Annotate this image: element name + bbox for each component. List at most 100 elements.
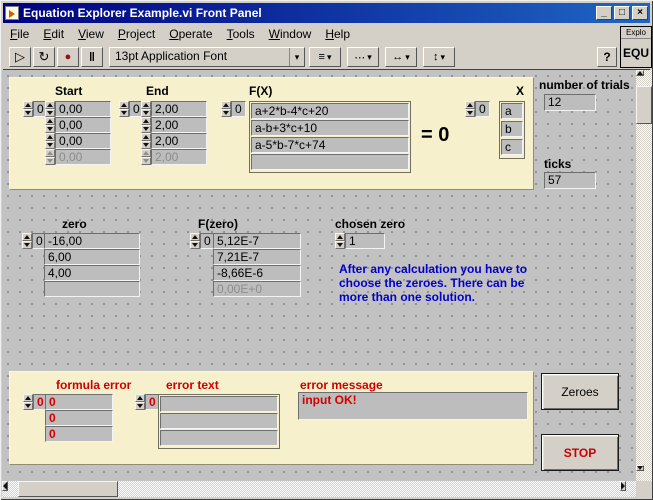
vertical-scrollbar[interactable] xyxy=(636,70,652,481)
scroll-right-button[interactable] xyxy=(620,481,626,491)
spinner-icon[interactable] xyxy=(335,233,345,249)
scroll-down-button[interactable] xyxy=(636,465,644,471)
menu-operate[interactable]: Operate xyxy=(162,25,219,43)
font-selector-value[interactable]: 13pt Application Font xyxy=(110,48,289,66)
increment-icon[interactable] xyxy=(141,133,151,141)
menu-tools[interactable]: Tools xyxy=(220,25,262,43)
resize-objects-dropdown[interactable]: ↔ ▾ xyxy=(385,47,417,67)
spinner-icon[interactable] xyxy=(190,233,200,249)
x-variable[interactable]: a xyxy=(501,103,523,119)
decrement-icon[interactable] xyxy=(135,402,145,410)
end-element[interactable]: 2,00 xyxy=(141,133,207,149)
increment-icon[interactable] xyxy=(45,101,55,109)
decrement-icon[interactable] xyxy=(141,109,151,117)
font-selector[interactable]: 13pt Application Font ▾ xyxy=(109,47,305,67)
end-value[interactable]: 2,00 xyxy=(151,101,207,117)
distribute-objects-dropdown[interactable]: ⋯ ▾ xyxy=(347,47,379,67)
error-text-index-control[interactable]: 0 xyxy=(135,394,160,410)
increment-icon[interactable] xyxy=(119,101,129,109)
decrement-icon[interactable] xyxy=(22,241,32,249)
menu-window[interactable]: Window xyxy=(262,25,319,43)
menu-file[interactable]: File xyxy=(3,25,36,43)
spinner-icon[interactable] xyxy=(45,133,55,149)
close-button[interactable]: × xyxy=(632,6,648,20)
fx-formula[interactable]: a-b+3*c+10 xyxy=(251,120,409,136)
increment-icon[interactable] xyxy=(141,117,151,125)
decrement-icon[interactable] xyxy=(45,125,55,133)
decrement-icon[interactable] xyxy=(465,109,475,117)
spinner-icon[interactable] xyxy=(141,101,151,117)
font-dropdown-arrow-icon[interactable]: ▾ xyxy=(289,48,304,66)
increment-icon[interactable] xyxy=(335,233,345,241)
spinner-icon[interactable] xyxy=(141,117,151,133)
spinner-icon[interactable] xyxy=(135,394,145,410)
horizontal-scroll-thumb[interactable] xyxy=(18,481,118,497)
increment-icon[interactable] xyxy=(190,233,200,241)
increment-icon[interactable] xyxy=(23,101,33,109)
start-value[interactable]: 0,00 xyxy=(55,117,111,133)
decrement-icon[interactable] xyxy=(23,109,33,117)
increment-icon[interactable] xyxy=(141,101,151,109)
abort-button[interactable]: ● xyxy=(57,47,79,67)
decrement-icon[interactable] xyxy=(335,241,345,249)
run-continuous-button[interactable]: ↻ xyxy=(33,47,55,67)
run-button[interactable]: ▷ xyxy=(9,47,31,67)
decrement-icon[interactable] xyxy=(221,109,231,117)
spinner-icon[interactable] xyxy=(119,101,129,117)
spinner-icon[interactable] xyxy=(221,101,231,117)
increment-icon[interactable] xyxy=(45,133,55,141)
scroll-left-button[interactable] xyxy=(2,481,8,491)
end-element[interactable]: 2,00 xyxy=(141,117,207,133)
end-element[interactable]: 2,00 xyxy=(141,101,207,117)
chosen-zero-value[interactable]: 1 xyxy=(345,233,385,249)
menu-help[interactable]: Help xyxy=(318,25,357,43)
scroll-up-button[interactable] xyxy=(636,70,644,76)
decrement-icon[interactable] xyxy=(45,141,55,149)
reorder-objects-dropdown[interactable]: ↕ ▾ xyxy=(423,47,455,67)
minimize-button[interactable]: _ xyxy=(596,6,612,20)
start-value[interactable]: 0,00 xyxy=(55,133,111,149)
decrement-icon[interactable] xyxy=(141,141,151,149)
increment-icon[interactable] xyxy=(465,101,475,109)
x-index-value[interactable]: 0 xyxy=(475,101,490,117)
pause-button[interactable]: ‖ xyxy=(81,47,103,67)
x-index-control[interactable]: 0 xyxy=(465,101,490,117)
vi-icon[interactable]: Explo EQU xyxy=(620,26,652,68)
spinner-icon[interactable] xyxy=(45,101,55,117)
decrement-icon[interactable] xyxy=(119,109,129,117)
fx-formula[interactable] xyxy=(251,154,409,170)
titlebar[interactable]: Equation Explorer Example.vi Front Panel… xyxy=(3,3,650,23)
decrement-icon[interactable] xyxy=(45,109,55,117)
fx-formula[interactable]: a+2*b-4*c+20 xyxy=(251,103,409,119)
start-element[interactable]: 0,00 xyxy=(45,133,111,149)
x-variable[interactable]: b xyxy=(501,121,523,137)
fzero-index-control[interactable]: 0 xyxy=(190,233,215,249)
context-help-button[interactable]: ? xyxy=(597,47,617,67)
increment-icon[interactable] xyxy=(135,394,145,402)
horizontal-scrollbar[interactable] xyxy=(2,481,636,497)
fx-index-value[interactable]: 0 xyxy=(231,101,246,117)
start-element[interactable]: 0,00 xyxy=(45,101,111,117)
menu-project[interactable]: Project xyxy=(111,25,162,43)
start-element[interactable]: 0,00 xyxy=(45,117,111,133)
x-variable[interactable]: c xyxy=(501,139,523,155)
end-value[interactable]: 2,00 xyxy=(151,133,207,149)
chosen-zero-control[interactable]: 1 xyxy=(335,233,385,249)
menu-edit[interactable]: Edit xyxy=(36,25,71,43)
end-value[interactable]: 2,00 xyxy=(151,117,207,133)
start-value[interactable]: 0,00 xyxy=(55,101,111,117)
increment-icon[interactable] xyxy=(221,101,231,109)
increment-icon[interactable] xyxy=(23,394,33,402)
stop-button[interactable]: STOP xyxy=(541,434,619,471)
spinner-icon[interactable] xyxy=(141,133,151,149)
spinner-icon[interactable] xyxy=(22,233,32,249)
spinner-icon[interactable] xyxy=(23,101,33,117)
increment-icon[interactable] xyxy=(45,117,55,125)
menu-view[interactable]: View xyxy=(71,25,111,43)
spinner-icon[interactable] xyxy=(23,394,33,410)
maximize-button[interactable]: □ xyxy=(614,6,630,20)
zeroes-button[interactable]: Zeroes xyxy=(541,373,619,410)
vertical-scroll-thumb[interactable] xyxy=(636,86,652,124)
align-objects-dropdown[interactable]: ≡ ▾ xyxy=(309,47,341,67)
decrement-icon[interactable] xyxy=(190,241,200,249)
